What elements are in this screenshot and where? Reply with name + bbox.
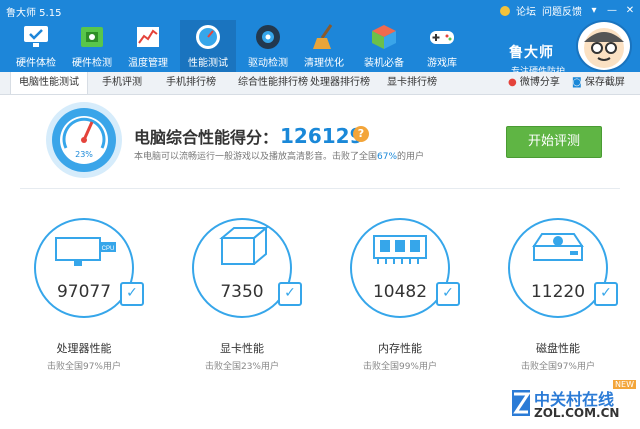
memory-score-card[interactable]: 10482 ✓ 内存性能 击败全国99%用户	[350, 218, 460, 398]
score-heading: 电脑综合性能得分： 126129	[134, 124, 364, 148]
tool-driver-detect[interactable]: 驱动检测	[240, 20, 296, 72]
memory-score-value: 10482	[372, 282, 428, 302]
tool-game-library[interactable]: 游戏库	[414, 20, 470, 72]
check-icon: ✓	[436, 282, 460, 306]
tool-label: 驱动检测	[248, 58, 288, 69]
speedometer-icon	[196, 25, 220, 49]
check-icon: ✓	[594, 282, 618, 306]
tab-gpu-ranking[interactable]: 显卡排行榜	[380, 72, 444, 94]
performance-gauge: 23%	[52, 108, 116, 172]
close-icon[interactable]: ✕	[624, 5, 636, 17]
forum-link[interactable]: 论坛	[516, 3, 536, 18]
broom-icon	[313, 24, 333, 49]
tool-essentials[interactable]: 装机必备	[356, 20, 412, 72]
score-desc-text: 本电脑可以流畅运行一般游戏以及播放高清影音。击败了全国	[134, 152, 378, 162]
mascot-face-icon	[584, 28, 624, 68]
tool-label: 硬件体检	[16, 58, 56, 69]
disk-score-value: 11220	[530, 282, 586, 302]
tool-clean-optimize[interactable]: 清理优化	[296, 20, 352, 72]
tool-label: 温度管理	[128, 58, 168, 69]
score-value: 126129	[280, 124, 364, 148]
cpu-score-card[interactable]: CPU 97077 ✓ 处理器性能 击败全国97%用户	[34, 218, 144, 398]
tool-hardware-check[interactable]: 硬件体检	[8, 20, 64, 72]
cpu-card-title: 处理器性能	[56, 342, 112, 355]
temperature-chart-icon	[137, 27, 159, 47]
disk-card-title: 磁盘性能	[536, 342, 580, 355]
tool-label: 游戏库	[427, 58, 457, 69]
tab-phone-review[interactable]: 手机评测	[96, 72, 148, 94]
tool-temperature[interactable]: 温度管理	[120, 20, 176, 72]
cpu-icon: CPU	[55, 237, 116, 266]
gpu-card-subtitle: 击败全国23%用户	[204, 362, 279, 372]
gpu-box-icon	[219, 225, 269, 265]
disk-card-subtitle: 击败全国97%用户	[520, 362, 595, 372]
weibo-share-label: 微博分享	[519, 77, 560, 88]
gauge-icon	[60, 116, 108, 164]
gamepad-icon	[430, 31, 454, 44]
check-icon: ✓	[278, 282, 302, 306]
svg-text:CPU: CPU	[102, 246, 115, 252]
tab-strip: 电脑性能测试 手机评测 手机排行榜 综合性能排行榜 处理器排行榜 显卡排行榜 ●…	[0, 72, 640, 95]
gpu-score-card[interactable]: 7350 ✓ 显卡性能 击败全国23%用户	[192, 218, 302, 398]
circuit-board-icon	[81, 27, 103, 47]
tab-pc-performance[interactable]: 电脑性能测试	[10, 72, 88, 94]
gpu-card-title: 显卡性能	[220, 342, 264, 355]
cube-icon	[372, 25, 396, 49]
score-ring: 10482 ✓	[350, 218, 460, 318]
gauge-percent: 23%	[75, 150, 93, 159]
camera-icon: ◙	[572, 77, 582, 88]
save-screenshot-button[interactable]: ◙ 保存截屏	[572, 72, 625, 94]
weibo-share-button[interactable]: ● 微博分享	[508, 72, 560, 94]
score-ring: 7350 ✓	[192, 218, 302, 318]
memory-icon	[373, 235, 427, 264]
memory-card-title: 内存性能	[378, 342, 422, 355]
weibo-icon: ●	[508, 77, 517, 88]
monitor-check-icon	[24, 26, 48, 47]
score-desc-percent: 67%	[377, 152, 398, 162]
cpu-card-subtitle: 击败全国97%用户	[46, 362, 121, 372]
main-toolbar: 硬件体检 硬件检测 温度管理 性能测试 驱动检测 清理优化 装机必备 游戏库 鲁…	[0, 20, 640, 77]
title-bar-actions: 论坛 问题反馈 ▾ — ✕	[500, 3, 636, 18]
disk-score-card[interactable]: 11220 ✓ 磁盘性能 击败全国97%用户	[508, 218, 618, 398]
help-icon[interactable]: ?	[353, 126, 369, 142]
tool-performance-test[interactable]: 性能测试	[180, 20, 236, 72]
score-ring: CPU 97077 ✓	[34, 218, 144, 318]
cpu-score-value: 97077	[56, 282, 112, 302]
zol-watermark: 中关村在线 ZOL.COM.CN NEW	[510, 380, 638, 426]
title-bar: 鲁大师 5.15 论坛 问题反馈 ▾ — ✕	[0, 0, 640, 20]
start-test-button[interactable]: 开始评测	[506, 126, 602, 158]
score-desc-suffix: 的用户	[397, 152, 425, 162]
score-ring: 11220 ✓	[508, 218, 618, 318]
coin-icon	[500, 5, 510, 16]
check-icon: ✓	[120, 282, 144, 306]
save-screenshot-label: 保存截屏	[584, 77, 625, 88]
gear-chip-icon	[256, 25, 280, 49]
tab-phone-ranking[interactable]: 手机排行榜	[160, 72, 222, 94]
brand-name: 鲁大师	[509, 45, 554, 61]
zol-logo-icon	[512, 390, 531, 416]
score-description: 本电脑可以流畅运行一般游戏以及播放高清影音。击败了全国67%的用户	[134, 149, 424, 162]
feedback-link[interactable]: 问题反馈	[542, 3, 582, 18]
app-title: 鲁大师 5.15	[6, 8, 62, 19]
watermark-en: ZOL.COM.CN	[534, 406, 620, 420]
tool-label: 硬件检测	[72, 58, 112, 69]
menu-icon[interactable]: ▾	[588, 5, 600, 17]
minimize-icon[interactable]: —	[606, 5, 618, 17]
disk-icon	[532, 233, 584, 261]
tab-cpu-ranking[interactable]: 处理器排行榜	[304, 72, 376, 94]
tool-label: 清理优化	[304, 58, 344, 69]
section-divider	[20, 188, 620, 189]
memory-card-subtitle: 击败全国99%用户	[362, 362, 437, 372]
tool-hardware-detect[interactable]: 硬件检测	[64, 20, 120, 72]
tool-label: 装机必备	[364, 58, 404, 69]
tool-label: 性能测试	[188, 58, 228, 69]
mascot-avatar[interactable]	[576, 20, 632, 72]
score-label: 电脑综合性能得分：	[134, 128, 279, 147]
gpu-score-value: 7350	[220, 282, 264, 302]
new-badge: NEW	[613, 380, 636, 389]
